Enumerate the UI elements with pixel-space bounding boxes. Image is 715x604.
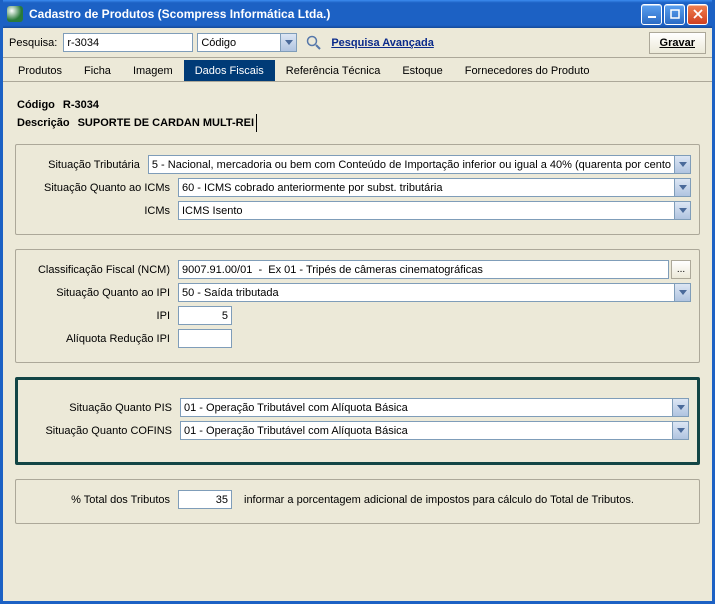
chevron-down-icon	[674, 156, 690, 173]
icms-select[interactable]: ICMS Isento	[178, 201, 691, 220]
pis-select[interactable]: 01 - Operação Tributável com Alíquota Bá…	[180, 398, 689, 417]
tab-dados-fiscais[interactable]: Dados Fiscais	[184, 60, 275, 81]
sit-icms-label: Situação Quanto ao ICMs	[24, 182, 174, 194]
sit-tributaria-label: Situação Tributária	[24, 159, 144, 171]
panel-tributos: % Total dos Tributos informar a porcenta…	[15, 479, 700, 524]
search-type-value: Código	[198, 37, 280, 49]
aliq-red-ipi-input[interactable]	[178, 329, 232, 348]
ncm-label: Classificação Fiscal (NCM)	[24, 264, 174, 276]
maximize-button[interactable]	[664, 4, 685, 25]
sit-ipi-select[interactable]: 50 - Saída tributada	[178, 283, 691, 302]
window-titlebar: Cadastro de Produtos (Scompress Informát…	[3, 0, 712, 28]
cofins-label: Situação Quanto COFINS	[26, 425, 176, 437]
tab-bar: Produtos Ficha Imagem Dados Fiscais Refe…	[3, 58, 712, 82]
ncm-lookup-button[interactable]: ...	[671, 260, 691, 279]
panel-ipi: Classificação Fiscal (NCM) ... Situação …	[15, 249, 700, 363]
codigo-label: Código	[17, 96, 55, 114]
tab-ficha[interactable]: Ficha	[73, 60, 122, 81]
codigo-value: R-3034	[63, 96, 99, 114]
tab-fornecedores[interactable]: Fornecedores do Produto	[454, 60, 601, 81]
descricao-value: SUPORTE DE CARDAN MULT-REI	[78, 114, 257, 132]
chevron-down-icon	[672, 399, 688, 416]
pct-tributos-info: informar a porcentagem adicional de impo…	[244, 494, 634, 506]
search-icon[interactable]	[305, 34, 323, 52]
tab-produtos[interactable]: Produtos	[7, 60, 73, 81]
tab-content: Código R-3034 Descrição SUPORTE DE CARDA…	[3, 82, 712, 601]
tab-imagem[interactable]: Imagem	[122, 60, 184, 81]
search-label: Pesquisa:	[9, 37, 57, 49]
search-type-select[interactable]: Código	[197, 33, 297, 52]
search-input[interactable]	[63, 33, 193, 52]
ipi-label: IPI	[24, 310, 174, 322]
close-button[interactable]	[687, 4, 708, 25]
icms-label: ICMs	[24, 205, 174, 217]
pis-label: Situação Quanto PIS	[26, 402, 176, 414]
aliq-red-ipi-label: Alíquota Redução IPI	[24, 333, 174, 345]
cofins-select[interactable]: 01 - Operação Tributável com Alíquota Bá…	[180, 421, 689, 440]
panel-icms: Situação Tributária 5 - Nacional, mercad…	[15, 144, 700, 235]
chevron-down-icon	[672, 422, 688, 439]
window-title: Cadastro de Produtos (Scompress Informát…	[29, 7, 641, 21]
descricao-label: Descrição	[17, 114, 70, 132]
pct-tributos-label: % Total dos Tributos	[24, 494, 174, 506]
chevron-down-icon	[280, 34, 296, 51]
sit-icms-select[interactable]: 60 - ICMS cobrado anteriormente por subs…	[178, 178, 691, 197]
search-bar: Pesquisa: Código Pesquisa Avançada Grava…	[3, 28, 712, 58]
tab-estoque[interactable]: Estoque	[391, 60, 453, 81]
app-icon	[7, 6, 23, 22]
sit-tributaria-select[interactable]: 5 - Nacional, mercadoria ou bem com Cont…	[148, 155, 691, 174]
ncm-input[interactable]	[178, 260, 669, 279]
save-button[interactable]: Gravar	[649, 32, 706, 54]
advanced-search-link[interactable]: Pesquisa Avançada	[331, 37, 434, 49]
ipi-input[interactable]	[178, 306, 232, 325]
minimize-button[interactable]	[641, 4, 662, 25]
tab-ref-tecnica[interactable]: Referência Técnica	[275, 60, 392, 81]
panel-pis-cofins: Situação Quanto PIS 01 - Operação Tribut…	[15, 377, 700, 465]
chevron-down-icon	[674, 179, 690, 196]
product-header: Código R-3034 Descrição SUPORTE DE CARDA…	[17, 96, 698, 132]
pct-tributos-input[interactable]	[178, 490, 232, 509]
sit-ipi-label: Situação Quanto ao IPI	[24, 287, 174, 299]
chevron-down-icon	[674, 202, 690, 219]
chevron-down-icon	[674, 284, 690, 301]
